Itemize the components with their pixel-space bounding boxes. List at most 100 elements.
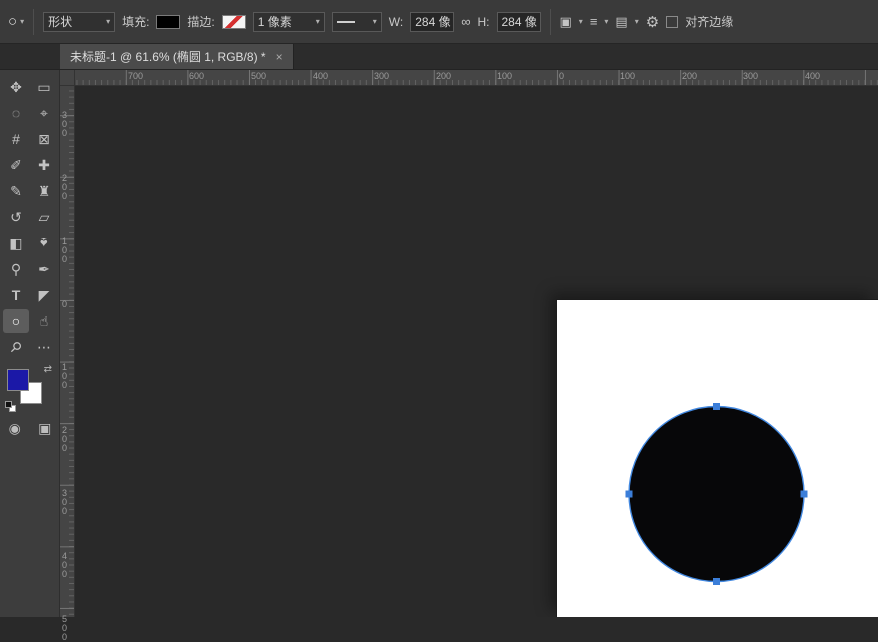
stroke-color-swatch[interactable] [221, 14, 246, 29]
ruler-mark: 600 [189, 71, 205, 81]
ruler-mark: 500 [251, 71, 267, 81]
marquee-tool[interactable]: ▭ [31, 75, 57, 99]
zoom-tool-icon: ⚲ [6, 337, 26, 357]
hand-tool[interactable]: ☝ [31, 309, 57, 333]
tool-mode-dropdown[interactable]: 形状 ▾ [43, 11, 116, 32]
edit-toolbar-button[interactable]: ⋯ [31, 335, 57, 359]
align-edges-checkbox[interactable] [666, 15, 679, 28]
clone-stamp-tool[interactable]: ♜ [31, 179, 57, 203]
move-tool-icon: ✥ [10, 79, 22, 95]
shape-anchor[interactable] [800, 490, 808, 498]
ruler-mark: 200 [682, 71, 698, 81]
ruler-mark: 400 [313, 71, 329, 81]
stroke-width-value: 1 像素 [257, 15, 292, 29]
chevron-down-icon: ▾ [634, 17, 639, 26]
stroke-type-dropdown[interactable]: ▾ [331, 11, 382, 32]
hand-tool-icon: ☝ [39, 313, 49, 329]
brush-tool-icon: ✎ [10, 183, 22, 199]
blur-tool-icon: ♠ [40, 235, 48, 251]
document-tab[interactable]: 未标题-1 @ 61.6% (椭圆 1, RGB/8) * × [60, 44, 294, 69]
tool-preset-picker[interactable]: ○ ▾ [8, 13, 24, 30]
separator [33, 8, 35, 35]
shape-height-value: 284 像 [501, 15, 537, 29]
dodge-tool-icon: ⚲ [10, 261, 22, 277]
color-swatches: ⇄ [5, 364, 53, 412]
marquee-tool-icon: ▭ [37, 79, 51, 95]
move-tool[interactable]: ✥ [3, 75, 29, 99]
chevron-down-icon: ▾ [604, 17, 609, 26]
ellipsis-icon: ⋯ [37, 339, 51, 355]
stroke-width-dropdown[interactable]: 1 像素 ▾ [252, 11, 325, 32]
canvas-pasteboard[interactable] [75, 86, 878, 617]
healing-brush-tool-icon: ✚ [38, 157, 50, 173]
pen-tool-icon: ✒ [38, 261, 50, 277]
shape-layer [625, 403, 808, 585]
gradient-tool-icon: ◧ [9, 235, 23, 251]
quick-mask-icon[interactable]: ◉ [9, 420, 21, 437]
crop-tool[interactable]: # [3, 127, 29, 151]
chevron-down-icon: ▾ [106, 17, 111, 26]
tools-grid: ✥ ▭ ◌ ⌖ # ⊠ ✐ ✚ ✎ ♜ ↺ ▱ ◧ ♠ ⚲ ✒ T ◤ ○ ☝ … [2, 74, 58, 360]
ruler-mark: 200 [62, 173, 68, 201]
gear-icon[interactable]: ⚙ [646, 13, 659, 31]
path-alignment-icon[interactable]: ≡ [590, 14, 598, 29]
ruler-mark: 400 [62, 551, 68, 579]
healing-brush-tool[interactable]: ✚ [31, 153, 57, 177]
chevron-down-icon: ▾ [20, 17, 25, 26]
shape-anchor[interactable] [713, 403, 720, 410]
chevron-down-icon: ▾ [315, 17, 320, 26]
tool-mode-value: 形状 [48, 15, 73, 29]
align-edges-label: 对齐边缘 [685, 15, 734, 29]
gradient-tool[interactable]: ◧ [3, 231, 29, 255]
ruler-mark: 300 [374, 71, 390, 81]
horizontal-ruler[interactable]: 700 600 500 400 300 200 100 0 100 200 30… [75, 70, 878, 86]
dodge-tool[interactable]: ⚲ [3, 257, 29, 281]
default-colors-icon[interactable] [5, 401, 16, 412]
shape-height-input[interactable]: 284 像 [496, 11, 541, 32]
frame-tool[interactable]: ⊠ [31, 127, 57, 151]
path-selection-tool[interactable]: ◤ [31, 283, 57, 307]
stroke-label: 描边: [187, 15, 215, 29]
brush-tool[interactable]: ✎ [3, 179, 29, 203]
stroke-type-line-icon [336, 20, 355, 23]
foreground-color-swatch[interactable] [7, 369, 29, 391]
history-brush-tool[interactable]: ↺ [3, 205, 29, 229]
separator [549, 8, 551, 35]
eyedropper-tool[interactable]: ✐ [3, 153, 29, 177]
ruler-mark: 300 [62, 488, 68, 516]
document-tab-strip: 未标题-1 @ 61.6% (椭圆 1, RGB/8) * × [0, 44, 878, 70]
lasso-tool-icon: ◌ [11, 105, 21, 121]
ruler-mark: 100 [62, 362, 68, 390]
ruler-mark: 300 [743, 71, 759, 81]
lasso-tool[interactable]: ◌ [3, 101, 29, 125]
fill-color-swatch[interactable] [156, 14, 181, 29]
path-operations-icon[interactable]: ▣ [560, 14, 572, 30]
screen-mode-icon[interactable]: ▣ [38, 420, 51, 437]
eraser-tool[interactable]: ▱ [31, 205, 57, 229]
type-tool[interactable]: T [3, 283, 29, 307]
ellipse-tool-icon: ○ [11, 313, 21, 329]
ruler-mark: 500 [62, 614, 68, 642]
ruler-mark: 100 [497, 71, 513, 81]
link-dimensions-icon[interactable]: ∞ [461, 14, 470, 29]
ruler-mark: 300 [62, 110, 68, 138]
ellipse-tool[interactable]: ○ [3, 309, 29, 333]
close-icon[interactable]: × [276, 50, 283, 64]
ruler-mark: 200 [436, 71, 452, 81]
canvas-document[interactable] [557, 300, 878, 617]
zoom-tool[interactable]: ⚲ [3, 335, 29, 359]
ellipse-tool-preset-icon: ○ [8, 13, 18, 30]
ruler-corner[interactable] [60, 70, 75, 86]
swap-colors-icon[interactable]: ⇄ [44, 364, 52, 375]
shape-anchor[interactable] [625, 490, 633, 498]
blur-tool[interactable]: ♠ [31, 231, 57, 255]
path-arrange-icon[interactable]: ▤ [615, 14, 627, 30]
vertical-ruler[interactable]: 300 200 100 0 100 200 300 400 500 [60, 86, 75, 642]
shape-anchor[interactable] [713, 578, 720, 585]
quick-selection-tool[interactable]: ⌖ [31, 101, 57, 125]
shape-width-input[interactable]: 284 像 [410, 11, 455, 32]
shape-width-value: 284 像 [415, 15, 451, 29]
toolbar-bottom-icons: ◉ ▣ [0, 420, 60, 437]
ellipse-shape[interactable] [628, 405, 805, 583]
pen-tool[interactable]: ✒ [31, 257, 57, 281]
